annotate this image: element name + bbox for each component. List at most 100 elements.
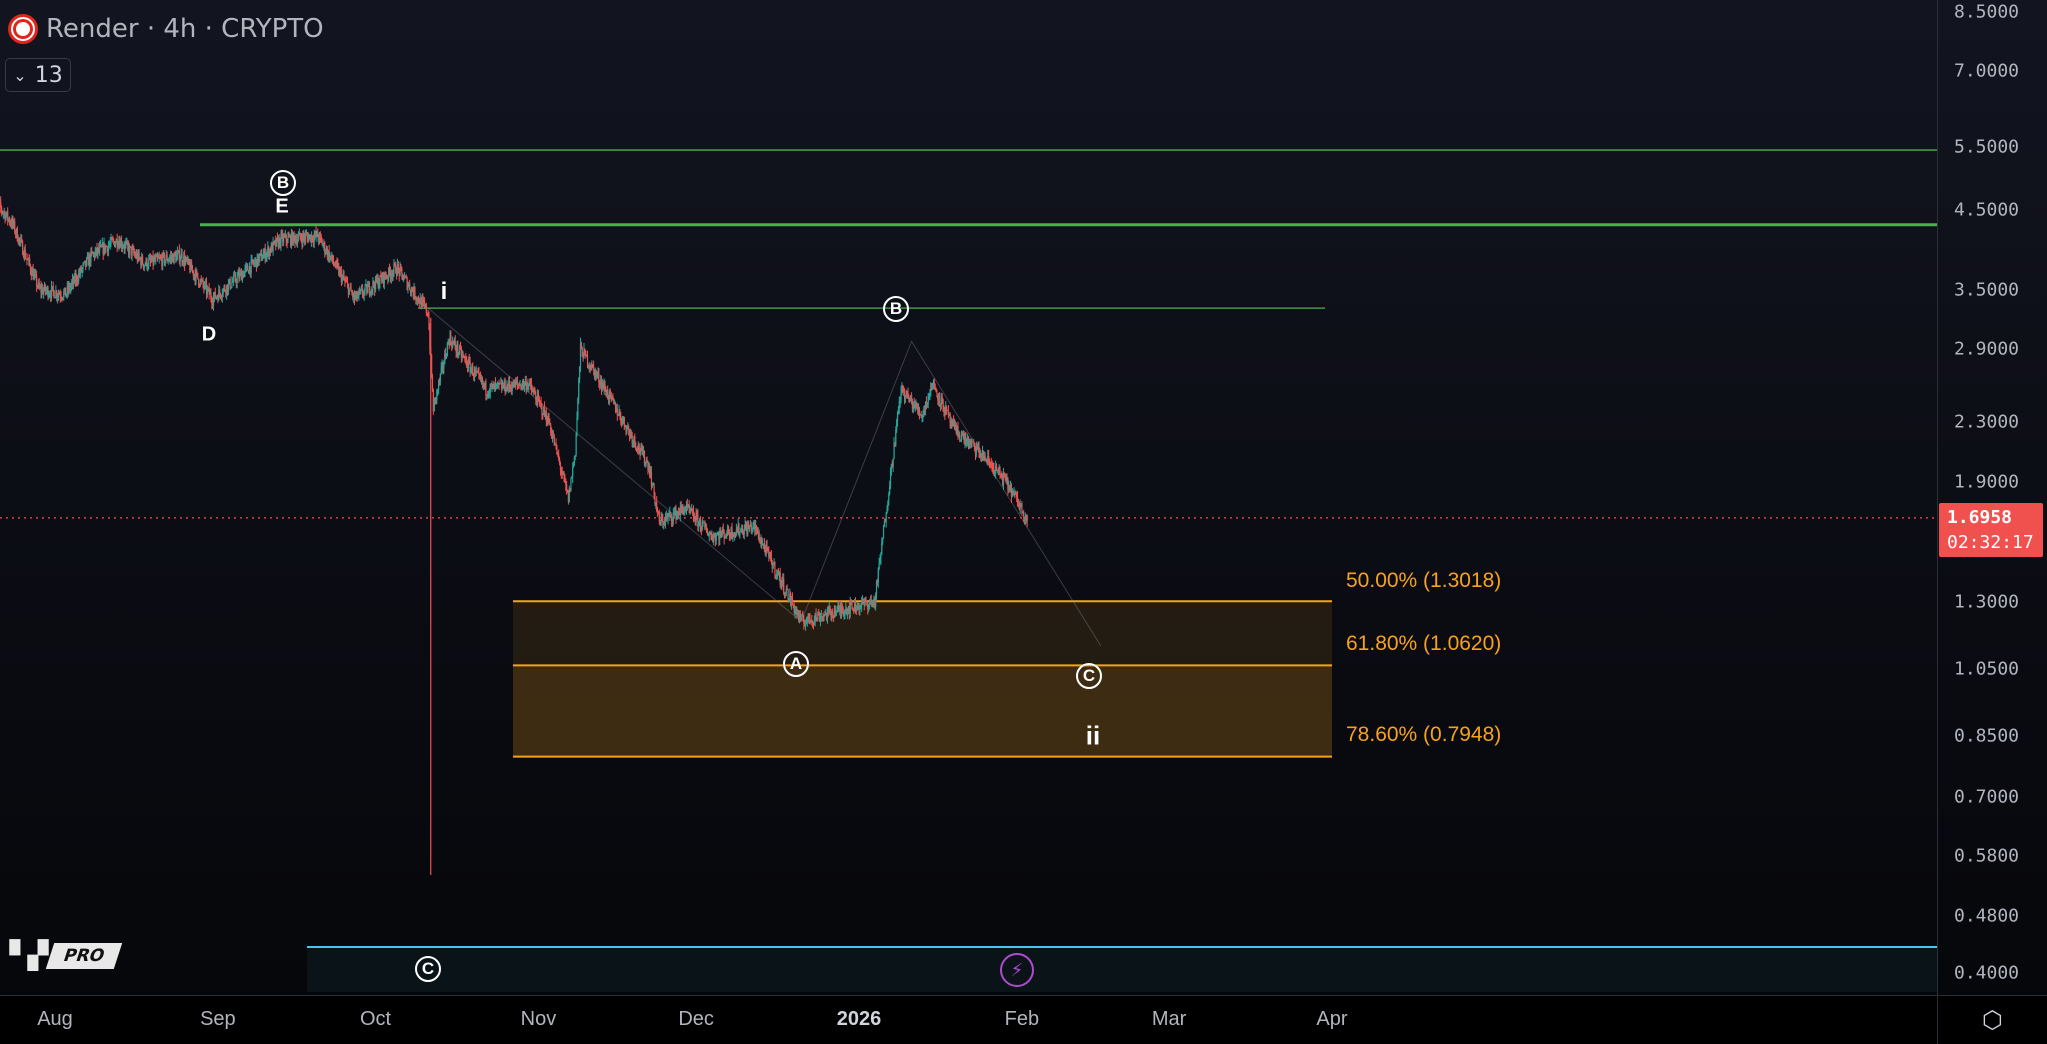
wave-label-e[interactable]: E <box>275 196 288 219</box>
chevron-down-icon: ⌄ <box>13 65 27 85</box>
candle <box>593 365 595 370</box>
candle <box>261 258 264 261</box>
indicator-panel[interactable]: C <box>307 946 1937 992</box>
candle <box>882 526 885 539</box>
candle <box>541 404 543 415</box>
candle <box>367 286 369 294</box>
symbol-title[interactable]: Render · 4h · CRYPTO <box>8 14 324 44</box>
candle <box>179 258 181 262</box>
candle <box>918 408 921 414</box>
candle <box>945 406 948 410</box>
wave-label-circled-a[interactable]: A <box>783 651 809 677</box>
candle <box>766 545 768 548</box>
wave-label-circled-b[interactable]: B <box>883 296 909 322</box>
candle <box>973 442 975 444</box>
tv-logo-mark: ▘▞ <box>10 940 48 970</box>
candle <box>772 565 774 569</box>
fib-label-50: 50.00% (1.3018) <box>1346 569 1502 592</box>
fib-label-786: 78.60% (0.7948) <box>1346 723 1502 746</box>
time-label: Apr <box>1316 1008 1348 1030</box>
price-tick: 0.5800 <box>1954 845 2020 867</box>
price-tick: 8.5000 <box>1954 1 2020 23</box>
price-tick: 3.5000 <box>1954 279 2020 301</box>
candle <box>439 373 441 382</box>
candle <box>570 477 572 492</box>
candle <box>791 598 794 605</box>
candle <box>892 458 894 467</box>
candle <box>832 611 834 616</box>
candle <box>566 484 568 491</box>
candle <box>575 433 577 455</box>
candle <box>236 276 238 284</box>
candle <box>516 381 519 384</box>
price-tick: 1.0500 <box>1954 658 2020 680</box>
time-label: Dec <box>678 1008 714 1030</box>
candle <box>446 343 448 357</box>
candle <box>425 304 427 313</box>
candle <box>114 243 117 247</box>
candle <box>800 616 802 621</box>
price-tick: 4.5000 <box>1954 199 2020 221</box>
candle <box>882 538 884 543</box>
last-price: 1.6958 <box>1947 507 2013 528</box>
candle <box>783 579 785 593</box>
candle <box>938 393 941 405</box>
candle <box>774 562 776 575</box>
time-label: Oct <box>359 1008 392 1030</box>
price-tick: 7.0000 <box>1954 60 2020 82</box>
chart-settings-button[interactable]: ⬡ <box>1937 995 2047 1044</box>
time-label: Aug <box>37 1008 73 1030</box>
candle <box>85 258 88 266</box>
wave-label-circled-c[interactable]: C <box>1076 663 1102 689</box>
chart-canvas[interactable] <box>0 0 1937 995</box>
candle <box>148 259 150 267</box>
price-axis[interactable]: 8.5000 7.0000 5.5000 4.5000 3.5000 2.9000 2.30… <box>1937 0 2047 995</box>
candle <box>409 283 411 290</box>
candle <box>197 272 199 279</box>
candle <box>885 513 887 522</box>
wave-label-circled-b-top[interactable]: B <box>270 170 296 196</box>
render-logo-icon <box>8 14 38 44</box>
time-label: Mar <box>1151 1008 1187 1030</box>
tradingview-logo[interactable]: ▘▞ PRO <box>10 940 123 971</box>
price-tick: 0.8500 <box>1954 725 2020 746</box>
candle <box>401 268 403 274</box>
wave-label-i[interactable]: i <box>441 278 448 306</box>
indicator-count: 13 <box>34 62 63 88</box>
wave-label-d[interactable]: D <box>202 324 216 347</box>
price-tick: 2.3000 <box>1954 411 2020 433</box>
candle <box>715 535 717 541</box>
tv-logo-pro-badge: PRO <box>45 942 123 969</box>
settings-hexagon-icon: ⬡ <box>1982 1006 2003 1034</box>
candle <box>635 442 637 448</box>
price-tick: 1.9000 <box>1954 471 2020 493</box>
last-price-badge: 1.6958 02:32:17 <box>1939 503 2043 557</box>
lightning-icon[interactable]: ⚡ <box>1000 953 1034 987</box>
fib-zone-lower <box>513 665 1332 757</box>
candle <box>247 265 249 271</box>
candle <box>155 257 157 261</box>
panel-circled-c: C <box>415 956 441 982</box>
price-tick: 1.3000 <box>1954 591 2020 613</box>
price-tick: 0.7000 <box>1954 786 2020 808</box>
wave-label-ii[interactable]: ii <box>1086 721 1100 752</box>
time-label: 2026 <box>836 1008 882 1030</box>
candle <box>485 382 487 395</box>
time-label: Nov <box>520 1008 557 1030</box>
bar-countdown: 02:32:17 <box>1947 532 2034 553</box>
price-tick: 5.5000 <box>1954 136 2020 158</box>
candle <box>572 467 574 477</box>
candle <box>36 275 38 287</box>
price-tick: 2.9000 <box>1954 338 2020 360</box>
candle <box>297 235 300 240</box>
candle <box>878 562 880 569</box>
price-tick: 0.4000 <box>1954 962 2020 984</box>
candle <box>877 568 879 584</box>
time-label: Feb <box>1004 1008 1040 1030</box>
time-axis[interactable]: Aug Sep Oct Nov Dec 2026 Feb Mar Apr <box>0 995 1937 1044</box>
indicators-toggle-button[interactable]: ⌄ 13 <box>5 58 71 92</box>
candle <box>739 532 741 535</box>
candle <box>141 256 144 264</box>
candle <box>623 416 625 426</box>
candle <box>586 354 589 366</box>
